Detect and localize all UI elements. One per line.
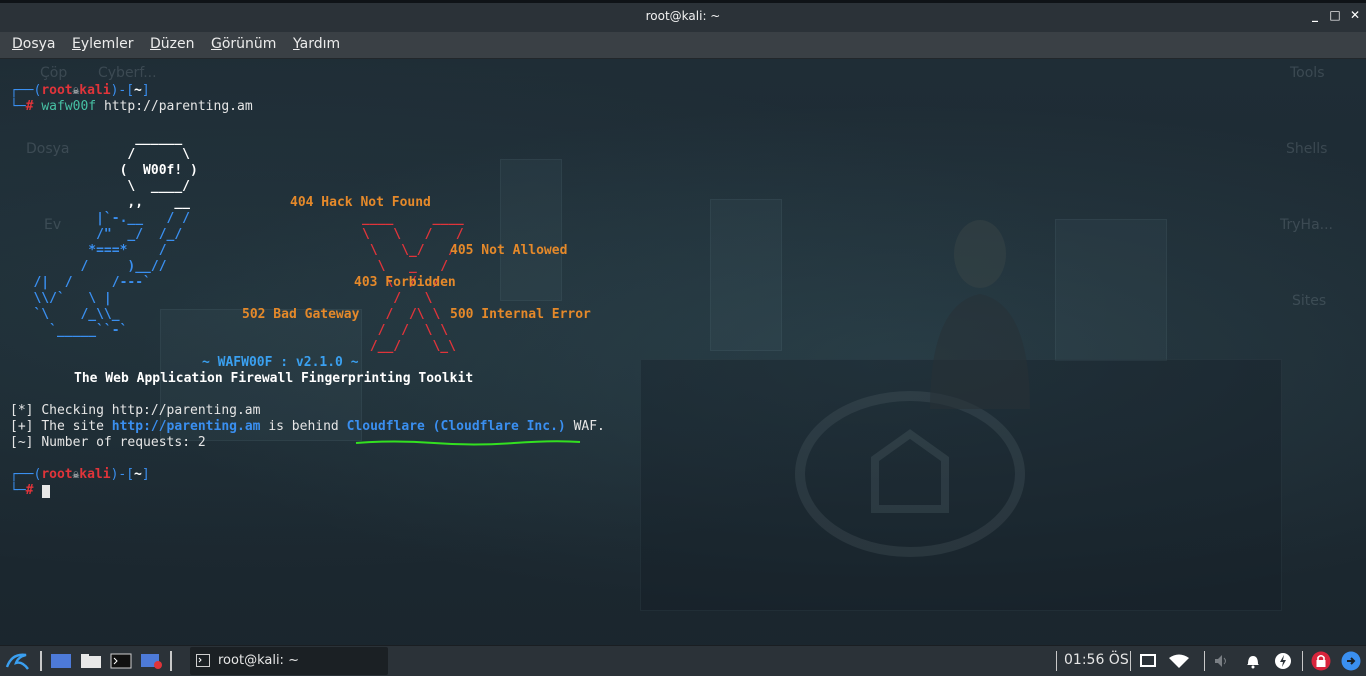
- taskbar-separator: [1130, 651, 1131, 671]
- notification-bell-icon[interactable]: [1245, 653, 1261, 669]
- power-manager-icon[interactable]: [1274, 652, 1292, 670]
- menu-yardim[interactable]: Yardım: [293, 36, 340, 52]
- menu-bar: Dosya Eylemler Düzen Görünüm Yardım: [0, 32, 1366, 59]
- command-line: └─# wafw00f http://parenting.am: [10, 99, 253, 114]
- ascii-speech-bubble: ______ / \ ( W00f! ) \ ____/: [10, 131, 198, 194]
- volume-icon[interactable]: [1214, 654, 1230, 668]
- clock[interactable]: 01:56 ÖS: [1064, 652, 1129, 668]
- desktop-label: Sites: [1292, 293, 1327, 309]
- minimize-button[interactable]: _: [1306, 8, 1324, 22]
- error-405: 405 Not Allowed: [450, 243, 568, 258]
- desktop-label: TryHa...: [1280, 217, 1333, 233]
- terminal-area[interactable]: Çöp Cyberf... Dosya Ev Tools Shells TryH…: [0, 59, 1366, 645]
- bg-monitor: [1055, 219, 1167, 361]
- maximize-button[interactable]: □: [1326, 8, 1344, 22]
- desktop-label: Tools: [1290, 65, 1325, 81]
- logout-icon[interactable]: [1341, 651, 1361, 671]
- desktop-label: Shells: [1286, 141, 1328, 157]
- screen-recorder-icon[interactable]: [140, 652, 162, 670]
- error-502: 502 Bad Gateway: [242, 307, 360, 322]
- window-titlebar: root@kali: ~ _ □ ✕: [0, 0, 1366, 32]
- error-404: 404 Hack Not Found: [290, 195, 431, 210]
- taskbar-separator: [1302, 651, 1303, 671]
- taskbar-separator: [40, 651, 42, 671]
- output-result: [+] The site http://parenting.am is behi…: [10, 419, 605, 434]
- waf-highlight-underline: [355, 440, 581, 446]
- taskbar-separator: [1204, 651, 1205, 671]
- kali-menu-icon[interactable]: [4, 649, 30, 673]
- bg-emblem: [795, 391, 1025, 557]
- terminal-cursor: [42, 485, 50, 498]
- terminal-icon[interactable]: [110, 652, 132, 670]
- prompt-line-top-2: ┌──(root☠kali)-[~]: [10, 467, 150, 482]
- output-checking: [*] Checking http://parenting.am: [10, 403, 261, 418]
- banner-version: ~ WAFW00F : v2.1.0 ~: [202, 355, 359, 370]
- desktop-label: Cyberf...: [98, 65, 157, 81]
- bg-hacker-figure: [930, 220, 1030, 409]
- menu-dosya[interactable]: Dosya: [12, 36, 56, 52]
- desktop-icon[interactable]: [50, 652, 72, 670]
- taskbar-separator: [170, 651, 172, 671]
- command-line-2: └─#: [10, 483, 34, 498]
- file-manager-icon[interactable]: [80, 652, 102, 670]
- lock-screen-icon[interactable]: [1311, 651, 1331, 671]
- taskbar-window-label: root@kali: ~: [218, 653, 299, 668]
- prompt-line-top: ┌──(root☠kali)-[~]: [10, 83, 150, 98]
- taskbar-separator: [1056, 651, 1057, 671]
- error-403: 403 Forbidden: [354, 275, 456, 290]
- menu-eylemler[interactable]: Eylemler: [72, 36, 134, 52]
- taskbar-window-terminal[interactable]: root@kali: ~: [190, 647, 388, 675]
- error-500: 500 Internal Error: [450, 307, 591, 322]
- banner-tagline: The Web Application Firewall Fingerprint…: [74, 371, 474, 386]
- window-title: root@kali: ~: [645, 9, 721, 23]
- bg-monitor: [500, 159, 562, 301]
- ascii-dog: ,, __ |`-.__ / / /" _/ /_/ *===* / / )__…: [10, 195, 191, 338]
- menu-duzen[interactable]: Düzen: [150, 36, 195, 52]
- workspace-icon[interactable]: [1140, 654, 1156, 668]
- desktop-label: Çöp: [40, 65, 68, 81]
- close-button[interactable]: ✕: [1346, 8, 1364, 22]
- wifi-icon[interactable]: [1168, 653, 1190, 669]
- bg-monitor: [710, 199, 782, 351]
- taskbar: root@kali: ~ 01:56 ÖS: [0, 645, 1366, 676]
- menu-gorunum[interactable]: Görünüm: [211, 36, 276, 52]
- output-requests: [~] Number of requests: 2: [10, 435, 206, 450]
- terminal-window-icon: [196, 654, 210, 667]
